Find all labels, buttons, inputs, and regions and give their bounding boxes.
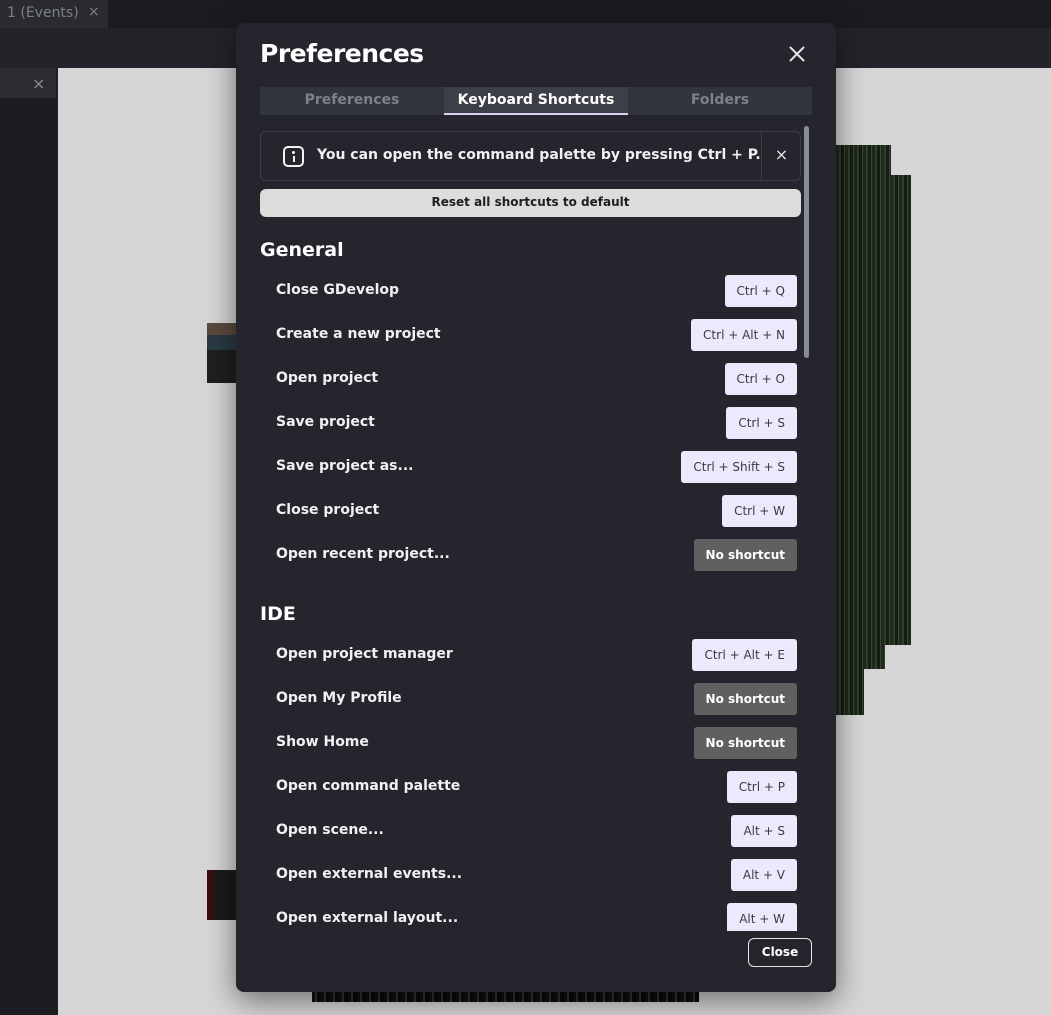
shortcut-label: Save project	[276, 414, 375, 430]
shortcut-button[interactable]: Ctrl + Alt + N	[691, 319, 797, 351]
close-icon[interactable]	[784, 41, 810, 67]
close-icon[interactable]: ×	[88, 4, 100, 20]
left-panel	[0, 98, 56, 1015]
shortcut-row: Close project Ctrl + W	[260, 495, 797, 527]
shortcut-row: Create a new project Ctrl + Alt + N	[260, 319, 797, 351]
shortcut-button[interactable]: Alt + W	[727, 903, 797, 931]
shortcut-label: Open external layout...	[276, 910, 459, 926]
scene-forest-sprite	[836, 175, 911, 645]
close-icon[interactable]: ×	[762, 132, 801, 180]
info-banner: You can open the command palette by pres…	[260, 131, 801, 181]
shortcut-row: Save project Ctrl + S	[260, 407, 797, 439]
tab-folders[interactable]: Folders	[628, 87, 812, 115]
scene-forest-sprite	[836, 669, 864, 715]
shortcut-label: Close GDevelop	[276, 282, 400, 298]
scene-enemy-sprite	[207, 870, 237, 920]
shortcut-label: Close project	[276, 502, 380, 518]
shortcut-button[interactable]: Ctrl + Q	[724, 275, 797, 307]
scene-character-sprite	[207, 323, 237, 383]
shortcut-row: Open My Profile No shortcut	[260, 683, 797, 715]
shortcut-row: Open scene... Alt + S	[260, 815, 797, 847]
tab-preferences[interactable]: Preferences	[260, 87, 444, 115]
info-banner-text: You can open the command palette by pres…	[317, 147, 761, 163]
scene-forest-sprite	[836, 145, 891, 175]
info-icon	[283, 146, 304, 167]
shortcut-row: Save project as... Ctrl + Shift + S	[260, 451, 797, 483]
shortcut-button[interactable]: Alt + S	[731, 815, 797, 847]
shortcut-button[interactable]: Ctrl + Alt + E	[692, 639, 797, 671]
shortcut-row: Close GDevelop Ctrl + Q	[260, 275, 797, 307]
left-panel-header	[0, 68, 56, 98]
dialog-title: Preferences	[260, 39, 424, 68]
shortcut-label: Create a new project	[276, 326, 441, 342]
shortcuts-content: You can open the command palette by pres…	[260, 131, 812, 931]
shortcut-label: Open project	[276, 370, 379, 386]
shortcut-label: Save project as...	[276, 458, 414, 474]
tab-keyboard-shortcuts[interactable]: Keyboard Shortcuts	[444, 87, 628, 115]
shortcut-button[interactable]: No shortcut	[693, 683, 797, 715]
shortcut-row: Open external layout... Alt + W	[260, 903, 797, 931]
shortcut-label: Open command palette	[276, 778, 461, 794]
shortcut-row: Open project Ctrl + O	[260, 363, 797, 395]
preferences-tabs: Preferences Keyboard Shortcuts Folders	[260, 87, 812, 115]
shortcut-row: Open project manager Ctrl + Alt + E	[260, 639, 797, 671]
shortcut-row: Open external events... Alt + V	[260, 859, 797, 891]
shortcut-label: Open recent project...	[276, 546, 450, 562]
shortcut-button[interactable]: No shortcut	[693, 539, 797, 571]
shortcut-button[interactable]: Ctrl + P	[726, 771, 797, 803]
shortcut-button[interactable]: Ctrl + W	[722, 495, 797, 527]
close-button[interactable]: Close	[748, 938, 812, 967]
shortcut-label: Open project manager	[276, 646, 453, 662]
editor-tab-events[interactable]: 1 (Events) ×	[0, 0, 108, 28]
shortcut-label: Open scene...	[276, 822, 384, 838]
shortcut-row: Show Home No shortcut	[260, 727, 797, 759]
shortcut-label: Show Home	[276, 734, 369, 750]
section-title: General	[260, 239, 344, 261]
shortcut-button[interactable]: No shortcut	[693, 727, 797, 759]
section-title: IDE	[260, 603, 296, 625]
reset-shortcuts-button[interactable]: Reset all shortcuts to default	[260, 189, 801, 217]
preferences-dialog: Preferences Preferences Keyboard Shortcu…	[236, 23, 836, 992]
close-icon[interactable]: ×	[32, 74, 45, 93]
shortcut-label: Open My Profile	[276, 690, 402, 706]
shortcut-row: Open recent project... No shortcut	[260, 539, 797, 571]
shortcut-button[interactable]: Ctrl + Shift + S	[681, 451, 797, 483]
shortcut-button[interactable]: Ctrl + S	[726, 407, 797, 439]
editor-tab-label: 1 (Events)	[7, 5, 79, 21]
shortcut-button[interactable]: Ctrl + O	[724, 363, 797, 395]
shortcut-row: Open command palette Ctrl + P	[260, 771, 797, 803]
shortcut-button[interactable]: Alt + V	[730, 859, 797, 891]
scene-forest-sprite	[836, 645, 885, 669]
shortcut-label: Open external events...	[276, 866, 463, 882]
